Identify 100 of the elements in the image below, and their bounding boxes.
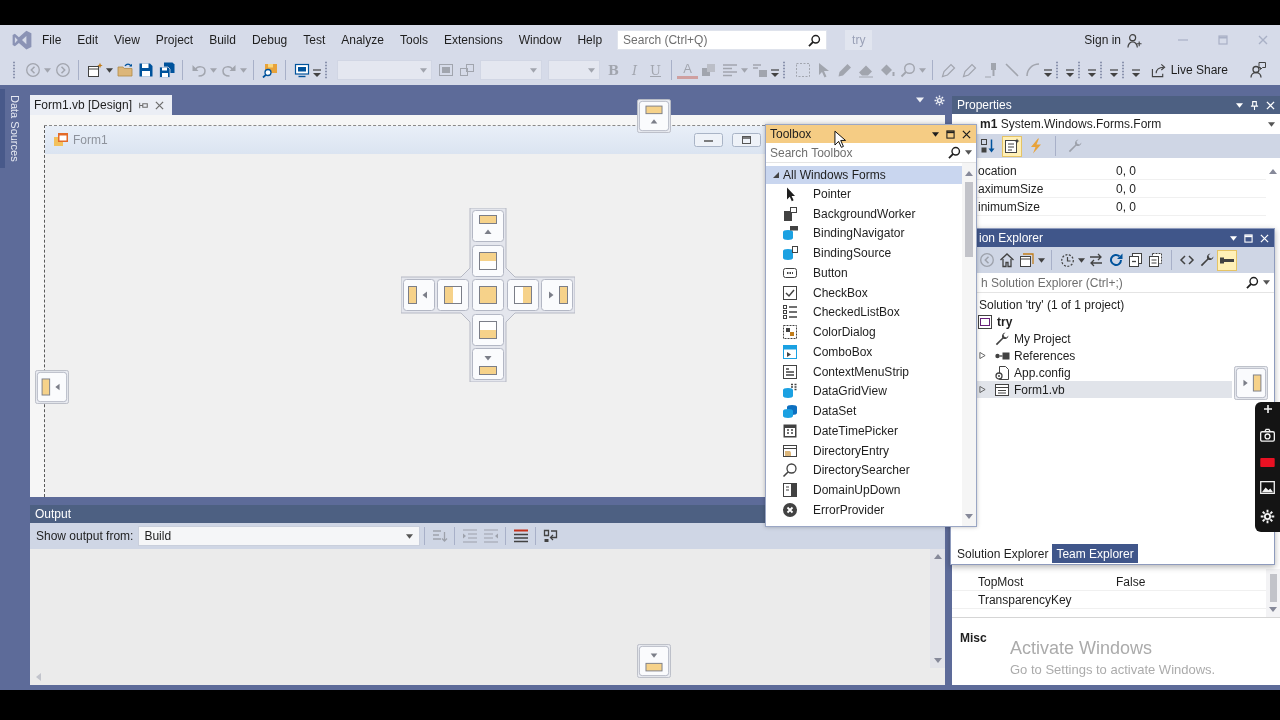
toolbox-item[interactable]: BindingSource — [766, 243, 962, 263]
up-arrow-icon[interactable] — [933, 553, 942, 560]
menu-item[interactable]: Debug — [243, 29, 296, 51]
toolbox-item[interactable]: ComboBox — [766, 342, 962, 362]
toolbar-grip[interactable] — [12, 61, 16, 79]
dock-top-edge-icon[interactable] — [472, 210, 504, 242]
maximize-icon[interactable] — [946, 129, 955, 139]
camera-icon[interactable] — [1260, 427, 1275, 443]
live-share-button[interactable]: Live Share — [1146, 60, 1232, 80]
toolbox-item[interactable]: CheckBox — [766, 282, 962, 303]
property-value[interactable]: 0, 0 — [1115, 181, 1136, 196]
dock-bottom-icon[interactable] — [472, 314, 504, 346]
dock-right-edge-icon[interactable] — [1234, 366, 1268, 400]
toolbar-grip[interactable] — [1121, 61, 1125, 79]
toolbox-item[interactable]: DataGridView — [766, 381, 962, 402]
toolbar-grip[interactable] — [324, 61, 328, 79]
dock-bottom-edge-icon[interactable] — [472, 348, 504, 380]
overflow-caret-icon[interactable] — [771, 69, 779, 77]
dock-top-edge-icon[interactable] — [637, 99, 671, 133]
tree-item[interactable]: Form1.vb — [977, 381, 1232, 398]
close-icon[interactable] — [962, 129, 971, 139]
menu-item[interactable]: Project — [147, 29, 202, 51]
toolbar-grip[interactable] — [782, 61, 786, 79]
search-field[interactable]: Search Toolbox — [766, 143, 976, 163]
property-name[interactable]: inimumSize — [978, 199, 1115, 214]
overflow-caret-icon[interactable] — [1044, 69, 1052, 77]
dock-left-icon[interactable] — [437, 279, 469, 311]
dock-right-edge-icon[interactable] — [541, 279, 573, 311]
monitor-icon[interactable] — [293, 62, 310, 78]
down-arrow-icon[interactable] — [965, 513, 973, 520]
toolbar-grip[interactable] — [1055, 61, 1059, 79]
menu-item[interactable]: Tools — [391, 29, 436, 51]
pin-icon[interactable] — [139, 100, 149, 110]
output-source-dropdown[interactable]: Build — [138, 526, 421, 546]
caret-icon[interactable] — [1263, 279, 1270, 286]
overflow-caret-icon[interactable] — [1088, 69, 1096, 77]
vertical-scrollbar[interactable] — [1266, 569, 1280, 617]
down-arrow-icon[interactable] — [1269, 606, 1277, 613]
menu-item[interactable]: File — [34, 29, 70, 51]
toolbox-item[interactable]: BindingNavigator — [766, 223, 962, 244]
caret-icon[interactable] — [106, 66, 113, 74]
toolbox-item[interactable]: BackgroundWorker — [766, 203, 962, 224]
search-icon[interactable] — [808, 33, 822, 47]
down-arrow-icon[interactable] — [933, 657, 942, 664]
menu-item[interactable]: Extensions — [436, 29, 511, 51]
document-tab[interactable]: Form1.vb [Design] — [30, 95, 173, 115]
folder-magnifier-icon[interactable] — [261, 62, 278, 78]
up-arrow-icon[interactable] — [965, 170, 973, 177]
person-icon[interactable] — [1127, 32, 1142, 48]
caret-icon[interactable] — [965, 149, 972, 156]
toolbox-item[interactable]: Button — [766, 263, 962, 283]
menu-item[interactable]: Analyze — [333, 29, 392, 51]
caret-icon[interactable] — [1236, 101, 1243, 109]
dock-left-edge-icon[interactable] — [35, 370, 69, 404]
overflow-caret-icon[interactable] — [313, 69, 321, 77]
toolbox-item[interactable]: DirectoryEntry — [766, 440, 962, 461]
property-value[interactable]: 0, 0 — [1115, 163, 1136, 178]
dock-bottom-edge-icon[interactable] — [637, 644, 671, 678]
search-field[interactable]: Search (Ctrl+Q) — [617, 30, 828, 50]
expanded-triangle-icon[interactable] — [773, 172, 779, 178]
panel-tab[interactable]: Team Explorer — [1052, 544, 1138, 563]
toolbox-item[interactable]: ErrorProvider — [766, 500, 962, 520]
striped-lines-icon[interactable] — [512, 528, 529, 544]
title-bar[interactable]: ion Explorer — [977, 229, 1274, 247]
property-value[interactable]: 0, 0 — [1115, 199, 1136, 214]
collapsed-triangle-icon[interactable] — [979, 386, 986, 393]
overflow-caret-icon[interactable] — [1132, 69, 1140, 77]
tree-item[interactable]: References — [977, 347, 1232, 364]
property-name[interactable]: TransparencyKey — [978, 592, 1115, 607]
tree-item[interactable]: Solution 'try' (1 of 1 project) — [977, 296, 1232, 313]
toolbar-button[interactable] — [1217, 249, 1237, 271]
toolbar-button[interactable] — [1002, 135, 1022, 157]
menu-item[interactable]: View — [106, 29, 148, 51]
person-speech-bubble-icon[interactable] — [1250, 62, 1266, 78]
scrollbar-thumb[interactable] — [965, 182, 973, 257]
search-icon[interactable] — [948, 146, 961, 159]
toolbox-category[interactable]: All Windows Forms — [766, 166, 962, 184]
up-arrow-icon[interactable] — [1269, 168, 1277, 175]
caret-icon[interactable] — [932, 130, 939, 138]
property-value[interactable]: False — [1115, 574, 1146, 589]
toolbar-grip[interactable] — [1099, 61, 1103, 79]
side-tab[interactable]: Data Sources — [0, 89, 24, 168]
menu-item[interactable]: Help — [569, 29, 611, 51]
new-document-icon[interactable] — [86, 62, 103, 78]
plus-icon[interactable] — [1263, 405, 1272, 413]
toolbox-item[interactable]: DomainUpDown — [766, 480, 962, 500]
scrollbar-thumb[interactable] — [1269, 574, 1277, 602]
stacked-floppy-disks-icon[interactable] — [158, 62, 175, 78]
folder-icon[interactable] — [116, 62, 133, 78]
title-bar[interactable]: Toolbox — [766, 125, 976, 143]
toolbox-item[interactable]: DirectorySearcher — [766, 460, 962, 481]
search-field[interactable]: h Solution Explorer (Ctrl+;) — [977, 273, 1274, 293]
menu-item[interactable]: Edit — [69, 29, 107, 51]
toolbox-item[interactable]: CheckedListBox — [766, 302, 962, 323]
collapsed-triangle-icon[interactable] — [979, 352, 986, 359]
toolbox-item[interactable]: DataSet — [766, 401, 962, 421]
toolbox-item[interactable]: ContextMenuStrip — [766, 361, 962, 382]
toolbar-grip[interactable] — [1077, 61, 1081, 79]
tree-item[interactable]: try — [977, 313, 1232, 330]
property-name[interactable]: ocation — [978, 163, 1115, 178]
